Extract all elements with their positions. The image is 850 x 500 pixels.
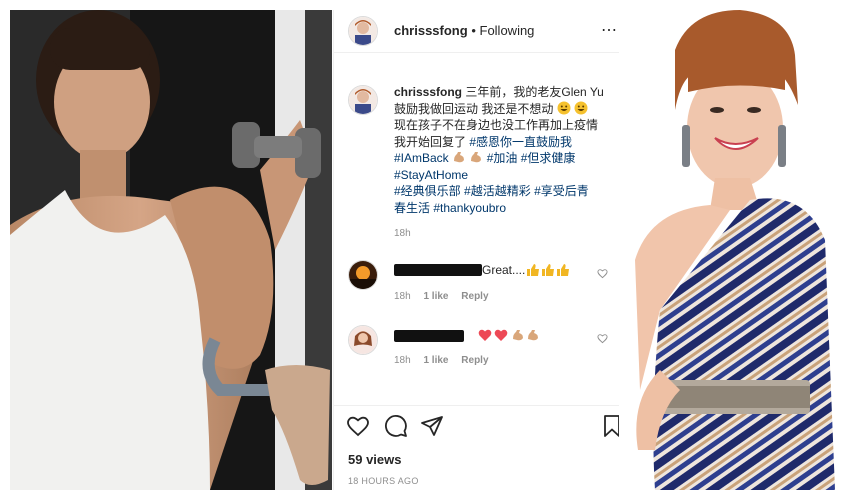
- hashtag-link[interactable]: #享受后青: [534, 184, 589, 198]
- caption-text: 三年前，我的老友Glen Yu: [465, 85, 604, 99]
- comment-likes[interactable]: 1 like: [423, 291, 448, 302]
- hashtag-link[interactable]: #加油: [487, 151, 518, 165]
- avatar[interactable]: [348, 260, 378, 290]
- header-meta: chrisssfong • Following: [394, 23, 534, 38]
- hashtag-link[interactable]: #thankyoubro: [433, 201, 506, 215]
- avatar[interactable]: [348, 325, 378, 355]
- comment-meta: 18h 1 like Reply: [394, 291, 489, 302]
- flexed-biceps-emoji-icon: [454, 152, 465, 163]
- heart-icon[interactable]: [597, 268, 608, 279]
- hashtag-link[interactable]: 春生活: [394, 201, 430, 215]
- post-actions: 59 views 18 HOURS AGO: [334, 405, 619, 490]
- username-link[interactable]: chrisssfong: [394, 23, 468, 38]
- view-count[interactable]: 59 views: [348, 452, 402, 467]
- comment-text: Great....: [482, 263, 526, 277]
- caption-text: 鼓励我做回运动 我还是不想动: [394, 101, 554, 116]
- hashtag-link[interactable]: #IAmBack: [394, 151, 449, 165]
- caption-text: 我开始回复了: [394, 134, 467, 149]
- following-button[interactable]: Following: [480, 23, 535, 38]
- portrait-photo: [620, 10, 840, 490]
- comment-timestamp[interactable]: 18h: [394, 291, 411, 302]
- caption-text: 现在孩子不在身边也没工作再加上疫情: [394, 118, 599, 132]
- flexed-biceps-emoji-icon: [471, 152, 482, 163]
- separator-dot: •: [471, 23, 476, 38]
- hashtag-link[interactable]: #越活越精彩: [464, 184, 531, 198]
- hashtag-link[interactable]: #StayAtHome: [394, 168, 468, 182]
- redacted-username: [394, 264, 482, 276]
- instagram-post-panel: chrisssfong • Following ⋯ chrisssfong 三年…: [333, 10, 619, 490]
- share-icon[interactable]: [420, 414, 444, 438]
- hashtag-link[interactable]: #经典俱乐部: [394, 184, 461, 198]
- hashtag-link[interactable]: #但求健康: [521, 151, 576, 165]
- comment-timestamp[interactable]: 18h: [394, 355, 411, 366]
- reply-button[interactable]: Reply: [461, 291, 488, 302]
- comment-likes[interactable]: 1 like: [423, 355, 448, 366]
- caption-timestamp[interactable]: 18h: [394, 228, 411, 239]
- avatar[interactable]: [348, 85, 378, 115]
- comment-item: 18h 1 like Reply: [348, 325, 618, 395]
- post-caption: chrisssfong 三年前，我的老友Glen Yu 鼓励我做回运动 我还是不…: [394, 84, 614, 216]
- heart-icon[interactable]: [597, 333, 608, 344]
- avatar[interactable]: [348, 16, 378, 46]
- comment-meta: 18h 1 like Reply: [394, 355, 489, 366]
- post-timestamp: 18 HOURS AGO: [348, 476, 419, 486]
- post-header: chrisssfong • Following ⋯: [334, 10, 619, 53]
- caption-username[interactable]: chrisssfong: [394, 85, 462, 99]
- comment-icon[interactable]: [384, 414, 408, 438]
- heart-icon[interactable]: [346, 414, 370, 438]
- hashtag-link[interactable]: #感恩你一直鼓励我: [469, 135, 572, 149]
- redacted-username: [394, 330, 464, 342]
- grinning-emoji-icon: [557, 101, 571, 114]
- hearts-and-biceps-emoji-icon: [478, 329, 538, 341]
- bookmark-icon[interactable]: [600, 414, 619, 438]
- grinning-emoji-icon: [574, 101, 588, 114]
- reply-button[interactable]: Reply: [461, 355, 488, 366]
- comment-item: Great.... 18h 1 like Reply: [348, 260, 618, 330]
- workout-photo: [10, 10, 332, 490]
- thumbs-up-emoji-icon: [527, 264, 569, 276]
- more-options-icon[interactable]: ⋯: [601, 20, 617, 40]
